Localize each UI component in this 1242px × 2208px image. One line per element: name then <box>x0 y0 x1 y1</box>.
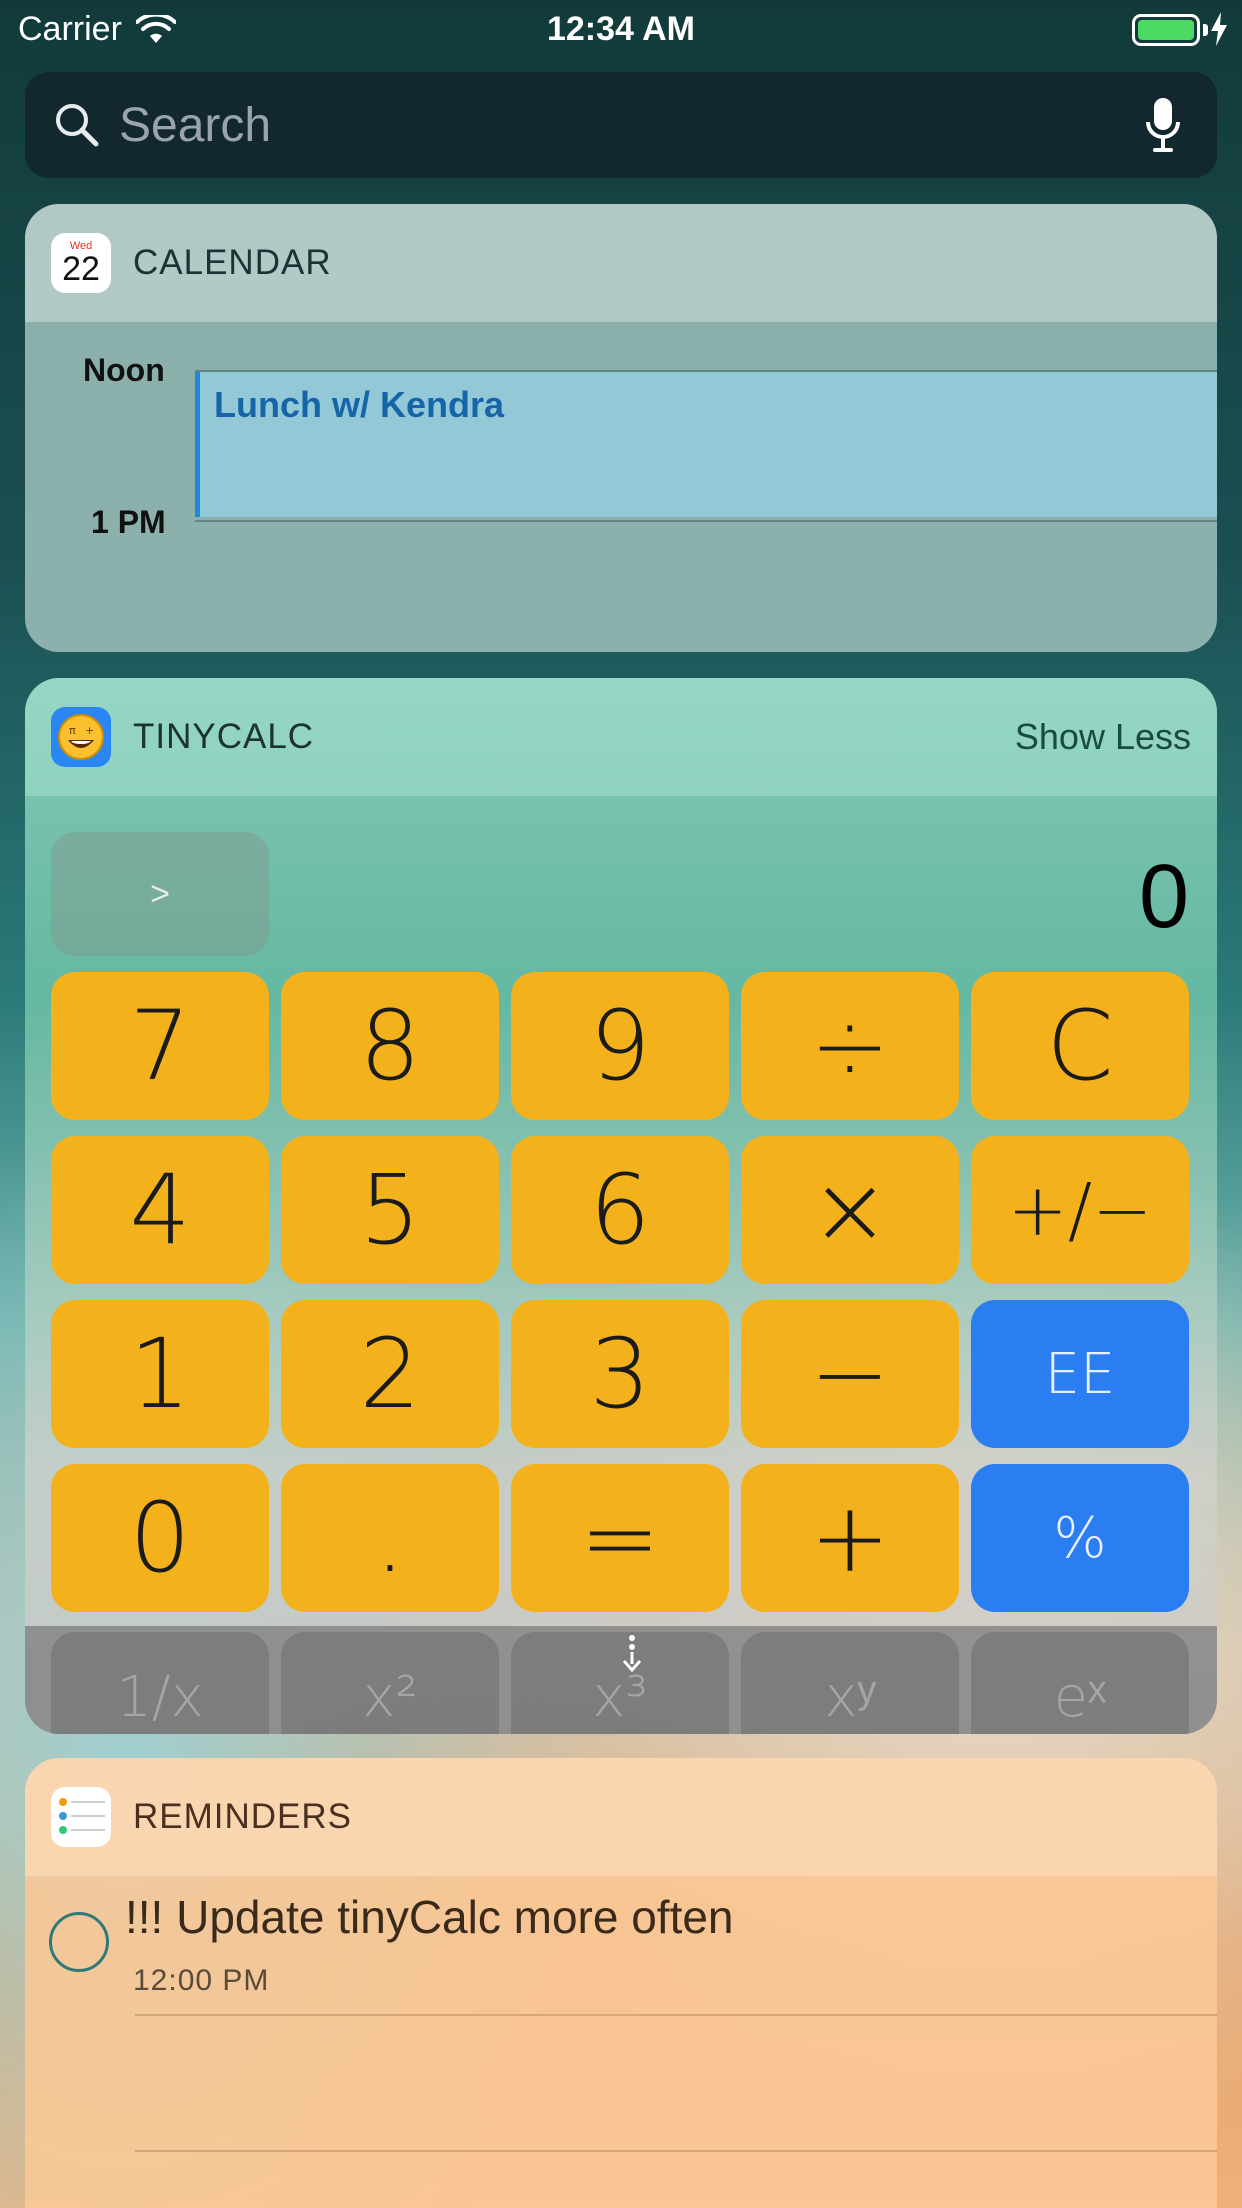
reminder-divider <box>135 2014 1217 2016</box>
key-plus-minus[interactable]: +/− <box>971 1136 1189 1284</box>
key-square[interactable]: x² <box>281 1632 499 1734</box>
reminders-list: !!! Update tinyCalc more often 12:00 PM <box>25 1876 1217 2208</box>
charging-bolt-icon <box>1211 12 1227 46</box>
calendar-icon-date: 22 <box>62 249 100 288</box>
svg-text:π: π <box>69 724 76 737</box>
reminders-header[interactable]: REMINDERS <box>25 1758 1217 1876</box>
key-1[interactable]: 1 <box>51 1300 269 1448</box>
key-decimal[interactable]: . <box>281 1464 499 1612</box>
reminder-time: 12:00 PM <box>133 1964 270 1997</box>
hour-line <box>195 520 1217 522</box>
key-5[interactable]: 5 <box>281 1136 499 1284</box>
calendar-event[interactable]: Lunch w/ Kendra <box>195 372 1217 517</box>
key-multiply[interactable]: × <box>741 1136 959 1284</box>
key-exp[interactable]: eˣ <box>971 1632 1189 1734</box>
reminder-title[interactable]: !!! Update tinyCalc more often <box>125 1890 734 1944</box>
key-cube[interactable]: x³ <box>511 1632 729 1734</box>
key-clear[interactable]: C <box>971 972 1189 1120</box>
time-label-1pm: 1 PM <box>91 504 166 540</box>
calendar-app-icon: Wed 22 <box>51 233 111 293</box>
reminder-divider <box>135 2150 1217 2152</box>
key-3[interactable]: 3 <box>511 1300 729 1448</box>
event-title: Lunch w/ Kendra <box>214 384 505 425</box>
key-power[interactable]: xʸ <box>741 1632 959 1734</box>
reminder-checkbox[interactable] <box>49 1912 109 1972</box>
key-subtract[interactable]: − <box>741 1300 959 1448</box>
calendar-title: CALENDAR <box>133 243 332 282</box>
key-add[interactable]: + <box>741 1464 959 1612</box>
reminders-widget[interactable]: REMINDERS !!! Update tinyCalc more often… <box>25 1758 1217 2208</box>
tinycalc-app-icon: π + <box>51 707 111 767</box>
calendar-header[interactable]: Wed 22 CALENDAR <box>25 204 1217 322</box>
battery-cap <box>1203 24 1208 36</box>
key-divide[interactable]: ÷ <box>741 972 959 1120</box>
search-input[interactable] <box>119 97 1145 153</box>
key-2[interactable]: 2 <box>281 1300 499 1448</box>
battery-icon <box>1132 14 1200 46</box>
show-less-button[interactable]: Show Less <box>1015 716 1191 758</box>
reminders-app-icon <box>51 1787 111 1847</box>
key-6[interactable]: 6 <box>511 1136 729 1284</box>
calculator-body: > 0 7 8 9 ÷ C 4 5 6 × +/− 1 2 3 − EE 0 .… <box>25 796 1217 1734</box>
tinycalc-title: TINYCALC <box>133 717 315 756</box>
microphone-icon[interactable] <box>1145 96 1181 154</box>
tinycalc-widget[interactable]: π + TINYCALC Show Less > 0 7 8 9 ÷ C 4 5… <box>25 678 1217 1734</box>
time-label-noon: Noon <box>83 352 165 388</box>
key-4[interactable]: 4 <box>51 1136 269 1284</box>
key-equals[interactable]: = <box>511 1464 729 1612</box>
expand-more-icon[interactable] <box>621 1634 643 1674</box>
search-icon <box>56 104 99 147</box>
reminders-title: REMINDERS <box>133 1797 353 1836</box>
key-ee[interactable]: EE <box>971 1300 1189 1448</box>
key-0[interactable]: 0 <box>51 1464 269 1612</box>
key-9[interactable]: 9 <box>511 972 729 1120</box>
calendar-widget[interactable]: Wed 22 CALENDAR Noon 1 PM Lunch w/ Kendr… <box>25 204 1217 652</box>
calculator-display: 0 <box>1138 847 1189 947</box>
search-bar[interactable] <box>25 72 1217 178</box>
status-time: 12:34 AM <box>546 10 696 48</box>
display-toggle-button[interactable]: > <box>51 832 269 956</box>
svg-text:+: + <box>85 724 94 737</box>
key-percent[interactable]: % <box>971 1464 1189 1612</box>
key-reciprocal[interactable]: 1/x <box>51 1632 269 1734</box>
tinycalc-header[interactable]: π + TINYCALC Show Less <box>25 678 1217 796</box>
key-7[interactable]: 7 <box>51 972 269 1120</box>
calendar-day-view[interactable]: Noon 1 PM Lunch w/ Kendra <box>25 322 1217 652</box>
smiley-face-icon: π + <box>58 714 104 760</box>
list-icon <box>59 1798 105 1834</box>
key-8[interactable]: 8 <box>281 972 499 1120</box>
